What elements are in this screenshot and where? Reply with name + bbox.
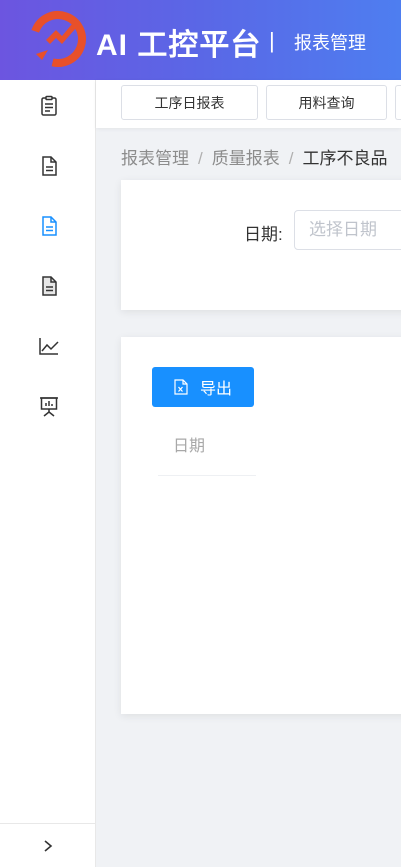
document-active-icon: [42, 216, 57, 236]
sidebar: [0, 80, 96, 867]
table-header-divider: [158, 475, 256, 476]
logo-icon: [30, 11, 86, 67]
app-title: AI 工控平台: [96, 29, 262, 62]
breadcrumb-separator: /: [288, 149, 294, 168]
sidebar-item-chart[interactable]: [36, 333, 62, 359]
breadcrumb: 报表管理 / 质量报表 / 工序不良品: [121, 144, 387, 169]
sidebar-item-presentation[interactable]: [36, 393, 62, 419]
sidebar-item-document-filled[interactable]: [36, 273, 62, 299]
sidebar-item-document[interactable]: [36, 153, 62, 179]
document-icon: [42, 156, 57, 176]
breadcrumb-item-quality-report[interactable]: 质量报表: [212, 149, 280, 168]
export-button-label: 导出: [199, 381, 232, 398]
table-column-header-date[interactable]: 日期: [173, 432, 205, 456]
sidebar-item-report-active[interactable]: [36, 213, 62, 239]
tab-overflow[interactable]: [395, 85, 401, 120]
breadcrumb-item-report-management[interactable]: 报表管理: [121, 149, 189, 168]
clipboard-icon: [41, 95, 57, 116]
line-chart-icon: [39, 338, 59, 355]
document-filled-icon: [42, 276, 57, 296]
tab-daily-report[interactable]: 工序日报表: [121, 85, 258, 120]
header-separator: |: [269, 28, 275, 53]
tabs-bar: 工序日报表 用料查询: [96, 80, 401, 128]
breadcrumb-separator: /: [198, 149, 203, 168]
export-button[interactable]: 导出: [152, 367, 254, 407]
app-header: AI 工控平台 | 报表管理: [0, 0, 401, 80]
header-section-title: 报表管理: [294, 33, 366, 53]
excel-file-icon: [174, 379, 188, 395]
sidebar-item-clipboard[interactable]: [36, 93, 62, 119]
sidebar-collapse-button[interactable]: [0, 823, 96, 867]
breadcrumb-item-current: 工序不良品: [302, 149, 388, 168]
chevron-right-icon: [44, 839, 53, 852]
date-label: 日期:: [244, 225, 283, 244]
presentation-icon: [40, 397, 58, 417]
tab-material-query[interactable]: 用料查询: [266, 85, 387, 120]
date-picker-input[interactable]: 选择日期: [294, 210, 401, 250]
